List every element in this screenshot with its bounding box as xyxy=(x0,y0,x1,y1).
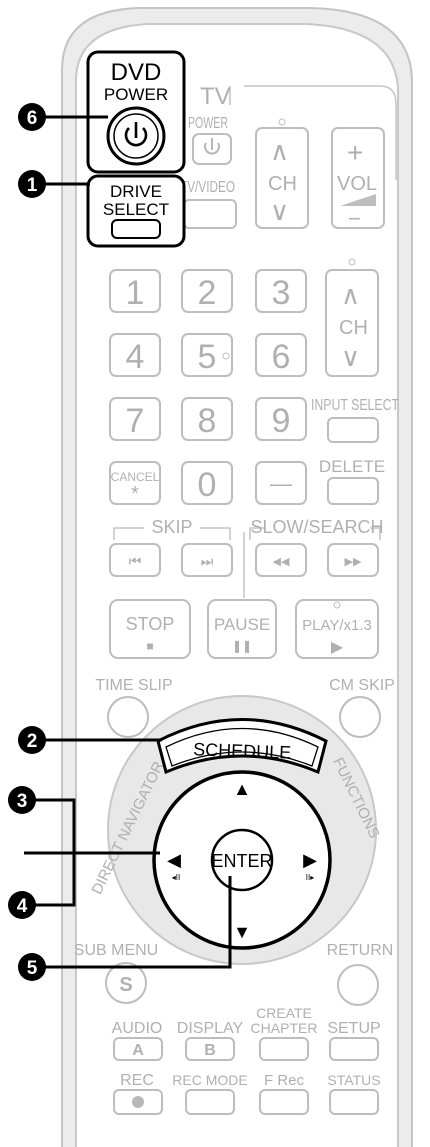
skip-next-icon: ⏭ xyxy=(201,553,214,569)
sub-menu-label: SUB MENU xyxy=(74,942,158,959)
drive-select-label-1: DRIVE xyxy=(110,182,162,201)
callout-3: 3 xyxy=(8,786,36,814)
f-rec-button[interactable] xyxy=(259,1089,309,1115)
num-0-label: 0 xyxy=(198,466,217,504)
num-4-label: 4 xyxy=(126,338,145,376)
play-label: PLAY/x1.3 xyxy=(302,617,372,634)
tv-vol-plus: + xyxy=(347,137,363,168)
arrow-right-sub: II▸ xyxy=(306,873,314,882)
status-label: STATUS xyxy=(327,1072,380,1088)
arrow-up[interactable]: ▲ xyxy=(233,779,251,799)
drive-select-label-2: SELECT xyxy=(103,200,169,219)
callout-6: 6 xyxy=(18,103,46,131)
rec-mode-label: REC MODE xyxy=(172,1072,247,1088)
cm-skip-label: CM SKIP xyxy=(329,677,395,694)
tv-ch-down: ∨ xyxy=(270,196,289,226)
drive-select-button[interactable] xyxy=(111,219,161,239)
fast-forward-icon: ▶▶ xyxy=(345,556,362,568)
sub-menu-s: S xyxy=(119,974,132,996)
create-chapter-label-2: CHAPTER xyxy=(251,1020,318,1036)
dash-label: — xyxy=(270,471,292,496)
num-7-label: 7 xyxy=(126,402,145,440)
svg-text:2: 2 xyxy=(27,731,38,752)
skip-prev-icon: ⏮ xyxy=(129,553,142,569)
num-3-label: 3 xyxy=(272,274,291,312)
play-icon: ▶ xyxy=(331,639,344,656)
arrow-left[interactable]: ◀ xyxy=(167,850,181,870)
callout-1: 1 xyxy=(18,170,46,198)
svg-text:6: 6 xyxy=(27,108,38,129)
tv-video-button[interactable] xyxy=(183,199,237,229)
audio-a: A xyxy=(132,1042,144,1059)
arrow-left-sub: ◂II xyxy=(172,873,180,882)
rec-dot-icon xyxy=(132,1096,144,1108)
callout-4: 4 xyxy=(8,891,36,919)
tv-vol-minus: − xyxy=(348,206,361,231)
setup-button[interactable] xyxy=(329,1037,379,1061)
svg-text:4: 4 xyxy=(17,896,28,917)
num-1-label: 1 xyxy=(126,274,145,312)
ch-right-label: CH xyxy=(339,317,368,339)
ch-right-up: ∧ xyxy=(341,280,360,310)
callout-2: 2 xyxy=(18,726,46,754)
delete-label: DELETE xyxy=(319,457,385,476)
status-button[interactable] xyxy=(329,1089,379,1115)
display-label: DISPLAY xyxy=(177,1020,244,1037)
enter-label: ENTER xyxy=(211,851,272,871)
arrow-right[interactable]: ▶ xyxy=(303,850,317,870)
num-2-label: 2 xyxy=(198,274,217,312)
rewind-icon: ◀◀ xyxy=(273,556,290,568)
rec-mode-button[interactable] xyxy=(185,1089,235,1115)
cancel-star: * xyxy=(131,483,139,505)
time-slip-label: TIME SLIP xyxy=(95,677,172,694)
tv-ch-label: CH xyxy=(268,173,297,195)
return-label: RETURN xyxy=(327,942,394,959)
svg-text:1: 1 xyxy=(27,175,38,196)
create-chapter-label-1: CREATE xyxy=(256,1005,312,1021)
callout-5: 5 xyxy=(18,953,46,981)
dvd-power-label-2: POWER xyxy=(104,85,168,104)
time-slip-button[interactable] xyxy=(107,696,149,738)
stop-icon: ■ xyxy=(146,639,153,653)
stop-label: STOP xyxy=(126,614,175,634)
tv-title: TV xyxy=(200,83,231,110)
cancel-label: CANCEL xyxy=(111,470,160,484)
pause-icon: ❚❚ xyxy=(232,639,252,653)
input-select-label: INPUT SELECT xyxy=(311,397,399,414)
arrow-down[interactable]: ▼ xyxy=(233,922,251,942)
return-button[interactable] xyxy=(337,964,379,1006)
display-b: B xyxy=(204,1042,216,1059)
tv-ch-up: ∧ xyxy=(270,136,289,166)
pause-label: PAUSE xyxy=(214,615,270,634)
dvd-power-label-1: DVD xyxy=(111,59,162,86)
create-chapter-button[interactable] xyxy=(259,1037,309,1061)
input-select-button[interactable] xyxy=(327,417,379,443)
num-5-label: 5 xyxy=(198,338,217,376)
svg-text:3: 3 xyxy=(17,791,28,812)
setup-label: SETUP xyxy=(327,1020,380,1037)
schedule-label: SCHEDULE xyxy=(193,739,292,762)
tv-vol-label: VOL xyxy=(337,173,377,195)
tv-power-label: POWER xyxy=(188,115,228,132)
ch-right-down: ∨ xyxy=(341,342,360,372)
slow-search-label: SLOW/SEARCH xyxy=(250,517,383,537)
audio-label: AUDIO xyxy=(112,1020,163,1037)
skip-label: SKIP xyxy=(151,517,192,537)
num-6-label: 6 xyxy=(272,338,291,376)
tv-video-label: TV/VIDEO xyxy=(180,179,235,196)
svg-text:5: 5 xyxy=(27,958,38,979)
num-9-label: 9 xyxy=(272,402,291,440)
rec-label: REC xyxy=(120,1072,154,1089)
delete-button[interactable] xyxy=(327,477,379,505)
num-8-label: 8 xyxy=(198,402,217,440)
cm-skip-button[interactable] xyxy=(339,696,381,738)
remote-diagram: TV POWER TV/VIDEO ∧ CH ∨ + VOL − DVD POW… xyxy=(8,7,413,1147)
f-rec-label: F Rec xyxy=(264,1072,305,1089)
